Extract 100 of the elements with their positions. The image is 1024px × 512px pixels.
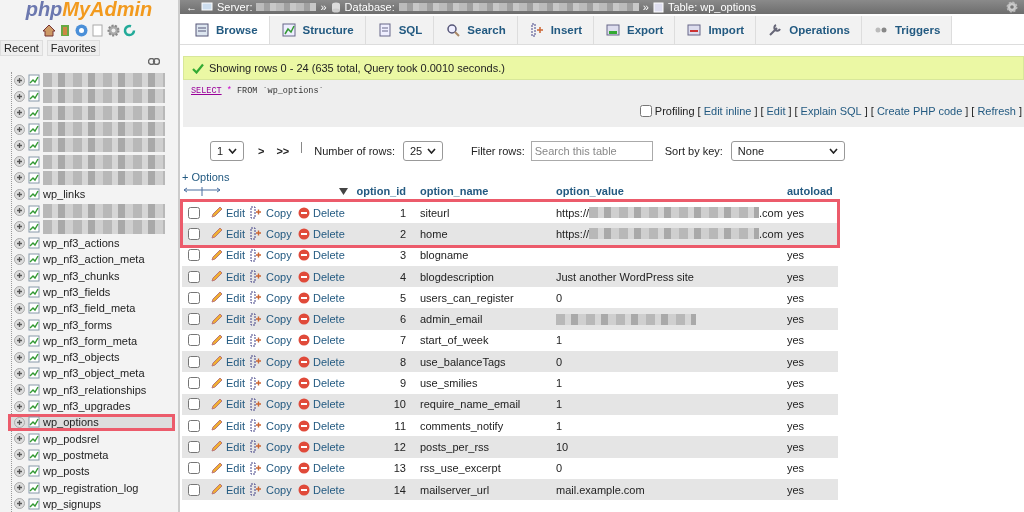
- sort-select[interactable]: None: [730, 141, 845, 161]
- tab[interactable]: Search: [434, 16, 518, 44]
- delete-link[interactable]: Delete: [298, 227, 348, 240]
- tab[interactable]: Export: [594, 16, 676, 44]
- copy-link[interactable]: Copy: [250, 419, 298, 433]
- table-link[interactable]: wp_nf3_field_meta: [43, 302, 136, 315]
- query-link[interactable]: Edit inline: [703, 105, 752, 117]
- copy-link[interactable]: Copy: [250, 333, 298, 347]
- table-link[interactable]: wp_links: [43, 188, 86, 201]
- breadcrumb-link[interactable]: Server:: [217, 1, 253, 13]
- tab[interactable]: Import: [675, 16, 757, 44]
- table-link[interactable]: wp_nf3_forms: [43, 318, 113, 331]
- last-page-link[interactable]: >>: [276, 145, 290, 157]
- next-page-link[interactable]: >: [258, 145, 265, 157]
- table-link[interactable]: wp_posts: [43, 465, 90, 478]
- delete-link[interactable]: Delete: [298, 483, 348, 496]
- query-link[interactable]: Edit: [766, 105, 786, 117]
- delete-link[interactable]: Delete: [298, 398, 348, 411]
- delete-link[interactable]: Delete: [298, 334, 348, 347]
- table-link[interactable]: wp_signups: [43, 497, 102, 510]
- app-logo[interactable]: phpMyAdmin: [25, 0, 153, 21]
- bracket: ]: [754, 105, 758, 117]
- table-cell-text: yes: [786, 334, 806, 347]
- table-link[interactable]: wp_nf3_relationships: [43, 383, 147, 396]
- rows-select[interactable]: 25: [403, 141, 443, 161]
- delete-link[interactable]: Delete: [298, 270, 348, 283]
- tab[interactable]: Operations: [756, 16, 862, 44]
- edit-link[interactable]: Edit: [210, 355, 250, 369]
- query-link[interactable]: Explain SQL: [800, 105, 862, 117]
- edit-link[interactable]: Edit: [210, 483, 250, 496]
- edit-link[interactable]: Edit: [210, 227, 250, 241]
- copy-link[interactable]: Copy: [250, 376, 298, 390]
- edit-link[interactable]: Edit: [210, 419, 250, 433]
- table-link[interactable]: wp_nf3_form_meta: [43, 334, 138, 347]
- copy-link[interactable]: Copy: [250, 291, 298, 305]
- edit-link[interactable]: Edit: [210, 248, 250, 262]
- column-header[interactable]: option_name: [408, 185, 544, 197]
- copy-link[interactable]: Copy: [250, 270, 298, 284]
- table-cell-text: 14: [392, 483, 407, 496]
- delete-link[interactable]: Delete: [298, 419, 348, 432]
- column-header[interactable]: option_value: [544, 185, 783, 197]
- page-select[interactable]: 1: [210, 141, 244, 161]
- tab[interactable]: SQL: [365, 16, 435, 44]
- back-arrow[interactable]: ←: [186, 1, 197, 13]
- tab[interactable]: Insert: [517, 16, 594, 44]
- edit-link[interactable]: Edit: [210, 270, 250, 284]
- copy-link[interactable]: Copy: [250, 248, 298, 262]
- edit-link[interactable]: Edit: [210, 397, 250, 411]
- edit-link[interactable]: Edit: [210, 291, 250, 305]
- copy-link[interactable]: Copy: [250, 227, 298, 241]
- column-header[interactable]: option_id: [356, 185, 408, 197]
- copy-link[interactable]: Copy: [250, 206, 298, 220]
- table-link[interactable]: wp_nf3_actions: [43, 237, 120, 250]
- table-cell-text: 12: [392, 440, 407, 453]
- query-link[interactable]: Refresh: [977, 105, 1016, 117]
- delete-link[interactable]: Delete: [298, 462, 348, 475]
- edit-link[interactable]: Edit: [210, 461, 250, 475]
- column-header[interactable]: autoload: [783, 185, 839, 197]
- table-link[interactable]: wp_postmeta: [43, 448, 109, 461]
- filter-field[interactable]: Search this table: [530, 141, 653, 161]
- table-link[interactable]: wp_nf3_fields: [43, 286, 111, 298]
- table-link[interactable]: wp_nf3_action_meta: [43, 253, 145, 266]
- edit-link[interactable]: Edit: [210, 376, 250, 390]
- table-cell-text: 7: [398, 334, 407, 347]
- table-cell-text: 6: [398, 313, 407, 326]
- copy-link[interactable]: Copy: [250, 440, 298, 454]
- edit-link[interactable]: Edit: [210, 206, 250, 220]
- table-link[interactable]: wp_nf3_objects: [43, 351, 120, 364]
- delete-link[interactable]: Delete: [298, 377, 348, 389]
- delete-link[interactable]: Delete: [298, 206, 348, 219]
- copy-link[interactable]: Copy: [250, 312, 298, 326]
- edit-link[interactable]: Edit: [210, 312, 250, 326]
- breadcrumb-link[interactable]: Database:: [344, 1, 395, 13]
- filter-label: Filter rows:: [471, 145, 525, 157]
- delete-link[interactable]: Delete: [298, 440, 348, 453]
- copy-link[interactable]: Copy: [250, 483, 298, 496]
- table-link[interactable]: wp_nf3_object_meta: [43, 367, 145, 380]
- delete-link[interactable]: Delete: [298, 355, 348, 368]
- copy-link[interactable]: Copy: [250, 397, 298, 411]
- table-cell-text: yes: [786, 462, 806, 475]
- tab[interactable]: Structure: [269, 16, 366, 44]
- table-cell-text: comments_notify: [419, 419, 505, 432]
- edit-link[interactable]: Edit: [210, 440, 250, 454]
- delete-link[interactable]: Delete: [298, 249, 348, 262]
- copy-link[interactable]: Copy: [250, 355, 298, 369]
- breadcrumb-link[interactable]: Table: wp_options: [667, 1, 756, 13]
- delete-link[interactable]: Delete: [298, 313, 348, 326]
- nav-tab[interactable]: Favorites: [46, 40, 101, 56]
- table-link[interactable]: wp_nf3_upgrades: [43, 400, 131, 413]
- nav-tab[interactable]: Recent: [0, 40, 43, 56]
- tab[interactable]: Triggers: [861, 16, 953, 44]
- options-link[interactable]: + Options: [182, 171, 230, 183]
- table-link[interactable]: wp_registration_log: [43, 481, 139, 494]
- table-link[interactable]: wp_podsrel: [43, 432, 100, 445]
- edit-link[interactable]: Edit: [210, 333, 250, 347]
- table-link[interactable]: wp_nf3_chunks: [43, 269, 120, 282]
- delete-link[interactable]: Delete: [298, 291, 348, 304]
- query-link[interactable]: Create PHP code: [876, 105, 963, 117]
- copy-link[interactable]: Copy: [250, 461, 298, 475]
- table-cell-text: yes: [786, 377, 806, 389]
